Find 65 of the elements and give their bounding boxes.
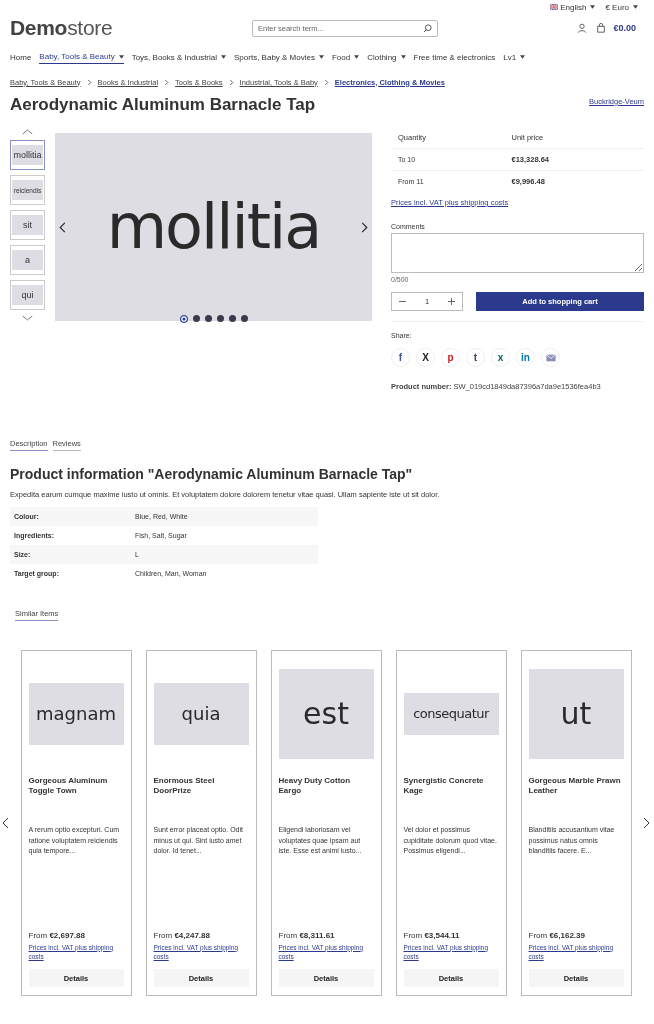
caret-icon [354, 55, 360, 60]
product-image-text[interactable]: ut [528, 668, 624, 759]
logo[interactable]: Demostore [10, 16, 252, 40]
chevron-left-icon[interactable] [59, 221, 66, 233]
comments-field[interactable] [391, 233, 644, 273]
minus-icon[interactable] [399, 298, 406, 305]
language-selector[interactable]: English [550, 2, 596, 12]
chevron-left-icon[interactable] [2, 817, 9, 829]
carousel-dot[interactable] [179, 314, 188, 323]
thumbnail[interactable]: mollitia [10, 140, 45, 170]
chevron-down-icon[interactable] [22, 315, 33, 321]
flag-icon [550, 4, 559, 10]
nav-item[interactable]: Free time & electronics [413, 50, 496, 64]
section-heading: Product information "Aerodynamic Aluminum Barnacle Tap" [10, 466, 414, 482]
product-image-text: mollitia [106, 196, 321, 258]
caret-icon [590, 5, 596, 9]
carousel-dot[interactable] [216, 315, 224, 322]
nav-item[interactable]: Lv1 [503, 50, 526, 64]
nav-item[interactable]: Food [331, 50, 360, 64]
product-name[interactable]: Heavy Duty Cotton Eargo [278, 776, 374, 797]
product-price: From €4,247.88 [153, 930, 211, 940]
nav-item[interactable]: Clothing [367, 50, 406, 64]
product-image-text[interactable]: consequatur [403, 692, 499, 735]
product-name[interactable]: Synergistic Concrete Kage [403, 776, 499, 797]
product-image-text[interactable]: magnam [28, 682, 124, 745]
chevron-right-icon [164, 78, 170, 86]
chevron-right-icon [228, 78, 234, 86]
nav-item[interactable]: Home [10, 50, 32, 64]
product-image-text[interactable]: quia [153, 682, 249, 745]
carousel-dot[interactable] [240, 315, 248, 322]
caret-icon [400, 55, 406, 60]
nav-item[interactable]: Baby, Tools & Beauty [39, 50, 124, 64]
carousel-dot[interactable] [228, 315, 236, 322]
product-price: From €3,544.11 [403, 930, 461, 940]
caret-icon [221, 55, 227, 60]
chevron-right-icon[interactable] [361, 221, 368, 233]
nav-item[interactable]: Sports, Baby & Movies [234, 50, 324, 64]
thumbnail[interactable]: a [10, 245, 45, 275]
chevron-right-icon [86, 78, 92, 86]
caret-icon [118, 54, 124, 59]
carousel-dot[interactable] [204, 315, 212, 322]
currency-selector[interactable]: € Euro [605, 2, 638, 12]
product-price: From €6,162.39 [528, 930, 586, 940]
carousel-dot[interactable] [192, 315, 200, 322]
product-price: From €8,311.61 [278, 930, 336, 940]
caret-icon [318, 55, 324, 60]
account-icon[interactable] [577, 23, 588, 33]
thumbnail[interactable]: sit [10, 210, 45, 240]
chevron-right-icon [323, 78, 329, 86]
thumbnail[interactable]: qui [10, 280, 45, 310]
product-image-text[interactable]: est [278, 668, 374, 759]
product-name[interactable]: Gorgeous Marble Prawn Leather [528, 776, 624, 797]
cart-icon[interactable] [596, 23, 607, 33]
caret-icon [520, 55, 526, 60]
product-title: Aerodynamic Aluminum Barnacle Tap [10, 95, 316, 115]
chevron-up-icon[interactable] [22, 129, 33, 135]
plus-icon[interactable] [448, 298, 455, 305]
product-price: From €2,697.88 [28, 930, 86, 940]
nav-item[interactable]: Toys, Books & Industrial [131, 50, 227, 64]
caret-icon [633, 5, 638, 9]
chevron-right-icon[interactable] [643, 817, 650, 829]
cart-total[interactable]: €0.00 [613, 23, 636, 33]
search-icon[interactable] [423, 23, 432, 33]
product-name[interactable]: Gorgeous Aluminum Toggle Town [28, 776, 124, 797]
product-name[interactable]: Enormous Steel DoorPrize [153, 776, 249, 797]
